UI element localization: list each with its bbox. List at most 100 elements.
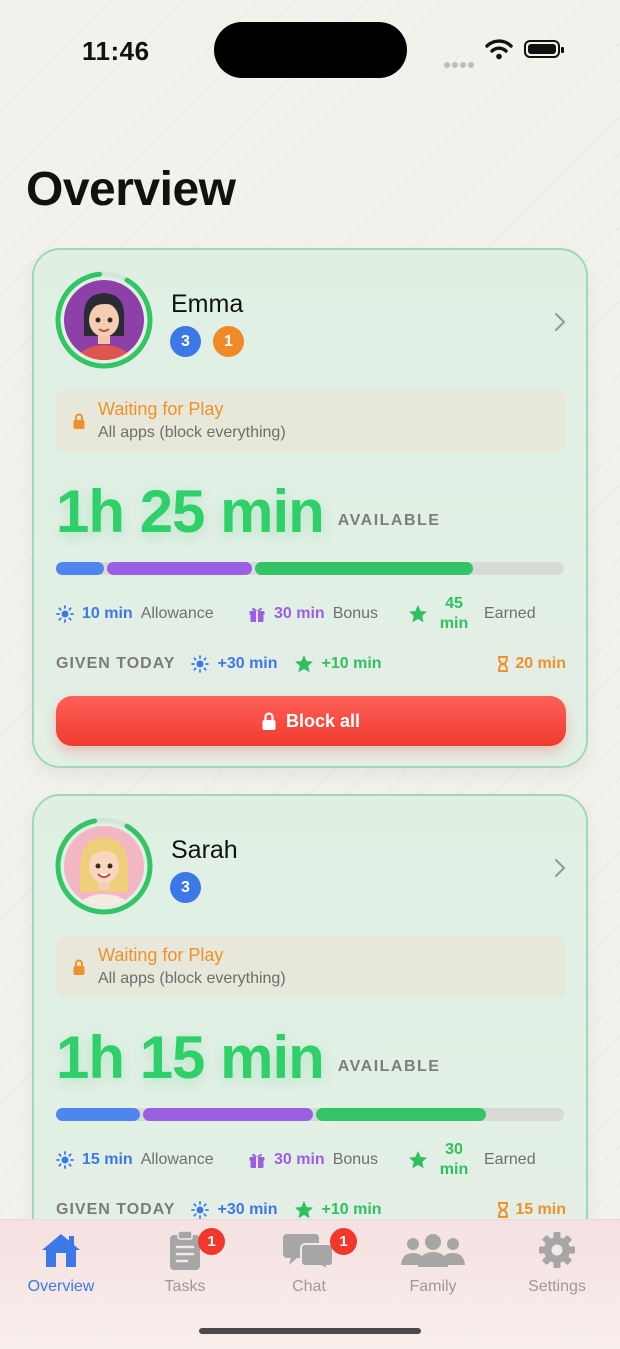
dynamic-island [214, 22, 407, 78]
earned-value-number: 45 [445, 595, 463, 612]
child-name: Sarah [171, 836, 238, 864]
gear-icon [539, 1232, 575, 1268]
chevron-right-icon[interactable] [554, 312, 566, 332]
star-icon [294, 1201, 313, 1219]
given-earned-value: +10 min [321, 655, 382, 672]
request-count-badge: 1 [213, 326, 244, 357]
earned-value-unit: min [439, 615, 469, 632]
tab-family[interactable]: Family [378, 1228, 488, 1308]
status-time: 11:46 [82, 36, 150, 66]
tab-label: Tasks [164, 1278, 206, 1295]
allowance-label: Allowance [140, 1151, 214, 1168]
given-earned: +10 min [294, 654, 382, 674]
earned-value-number: 30 [445, 1141, 463, 1158]
earned-label: Earned [484, 605, 536, 622]
chat-notification-badge: 1 [330, 1228, 357, 1255]
progress-bonus-segment [107, 562, 253, 575]
bonus-stat: 30 min Bonus [248, 592, 378, 636]
avatar [64, 280, 144, 360]
child-avatar-ring [54, 816, 154, 916]
allowance-stat: 10 min Allowance [56, 592, 214, 636]
tab-settings[interactable]: Settings [502, 1228, 612, 1308]
pending-count-badge: 3 [170, 872, 201, 903]
given-today-label: GIVEN TODAY [56, 655, 176, 672]
status-bar: 11:46 [0, 0, 620, 100]
child-card-sarah[interactable]: Sarah 3 Waiting for Play All apps (block… [32, 794, 588, 1220]
block-all-label: Block all [285, 710, 361, 731]
mode-title: Waiting for Play [98, 945, 224, 965]
people-icon [401, 1234, 465, 1267]
mode-title: Waiting for Play [98, 399, 224, 419]
earned-value: 45 min [436, 594, 472, 634]
gift-icon [249, 1153, 265, 1168]
given-allowance-value: +30 min [217, 1201, 278, 1218]
child-badges: 3 [170, 872, 201, 903]
chat-bubbles-icon [283, 1234, 334, 1270]
home-indicator[interactable] [199, 1328, 421, 1334]
mode-subtitle: All apps (block everything) [98, 970, 286, 987]
child-badges: 3 1 [170, 326, 244, 357]
chevron-right-icon[interactable] [554, 858, 566, 878]
progress-earned-segment [315, 1108, 487, 1121]
home-icon [42, 1234, 80, 1267]
given-today-row: GIVEN TODAY +30 min +10 min [56, 1198, 566, 1220]
given-limit: 20 min [497, 652, 566, 676]
given-earned: +10 min [294, 1200, 382, 1220]
available-time-row: 1h 15 min AVAILABLE [56, 1022, 440, 1088]
available-time: 1h 25 min [56, 478, 325, 545]
child-card-emma[interactable]: Emma 3 1 Waiting for Play All apps (bloc… [32, 248, 588, 768]
pending-count-badge: 3 [170, 326, 201, 357]
child-name: Emma [171, 290, 244, 318]
avatar [64, 826, 144, 906]
page-title: Overview [26, 163, 236, 216]
available-label: AVAILABLE [337, 1058, 441, 1075]
sun-icon [191, 655, 210, 673]
tab-tasks[interactable]: 1 Tasks [130, 1228, 240, 1308]
earned-value-unit: min [439, 1161, 469, 1178]
lock-icon [73, 413, 85, 429]
allowance-stat: 15 min Allowance [56, 1138, 214, 1182]
lock-icon [262, 712, 276, 730]
star-icon [409, 1151, 427, 1169]
allowance-value: 10 min [82, 605, 133, 622]
gift-icon [249, 607, 265, 622]
allowance-label: Allowance [140, 605, 214, 622]
tab-overview[interactable]: Overview [6, 1228, 116, 1308]
earned-stat: 30 min Earned [408, 1138, 536, 1182]
star-icon [294, 655, 313, 673]
mode-subtitle: All apps (block everything) [98, 424, 286, 441]
progress-allowance-segment [56, 562, 105, 575]
given-limit-value: 20 min [515, 655, 566, 672]
time-progress-bar [56, 1108, 564, 1121]
tab-label: Overview [27, 1278, 95, 1295]
sun-icon [191, 1201, 210, 1219]
sun-icon [56, 1151, 74, 1169]
bonus-value: 30 min [274, 1151, 325, 1168]
time-progress-bar [56, 562, 564, 575]
tab-label: Chat [292, 1278, 326, 1295]
tab-label: Family [409, 1278, 457, 1295]
bonus-label: Bonus [332, 605, 379, 622]
given-limit: 15 min [497, 1198, 566, 1220]
given-allowance: +30 min [191, 655, 278, 673]
earned-stat: 45 min Earned [408, 592, 536, 636]
hourglass-icon [498, 1202, 509, 1218]
given-today-row: GIVEN TODAY +30 min +10 min [56, 652, 566, 676]
time-breakdown-row: 10 min Allowance 30 min Bonus 45 min Ear… [56, 592, 566, 636]
tab-chat[interactable]: 1 Chat [254, 1228, 364, 1308]
progress-bonus-segment [142, 1108, 313, 1121]
bonus-value: 30 min [274, 605, 325, 622]
block-all-button[interactable]: Block all [56, 696, 566, 746]
children-list[interactable]: Emma 3 1 Waiting for Play All apps (bloc… [0, 246, 620, 1220]
hourglass-icon [498, 656, 509, 672]
given-earned-value: +10 min [321, 1201, 382, 1218]
allowance-value: 15 min [82, 1151, 133, 1168]
earned-label: Earned [484, 1151, 536, 1168]
tab-label: Settings [528, 1278, 586, 1295]
progress-allowance-segment [56, 1108, 140, 1121]
bonus-label: Bonus [332, 1151, 379, 1168]
earned-value: 30 min [436, 1140, 472, 1180]
battery-icon [524, 40, 564, 58]
star-icon [409, 605, 427, 623]
tasks-notification-badge: 1 [198, 1228, 225, 1255]
